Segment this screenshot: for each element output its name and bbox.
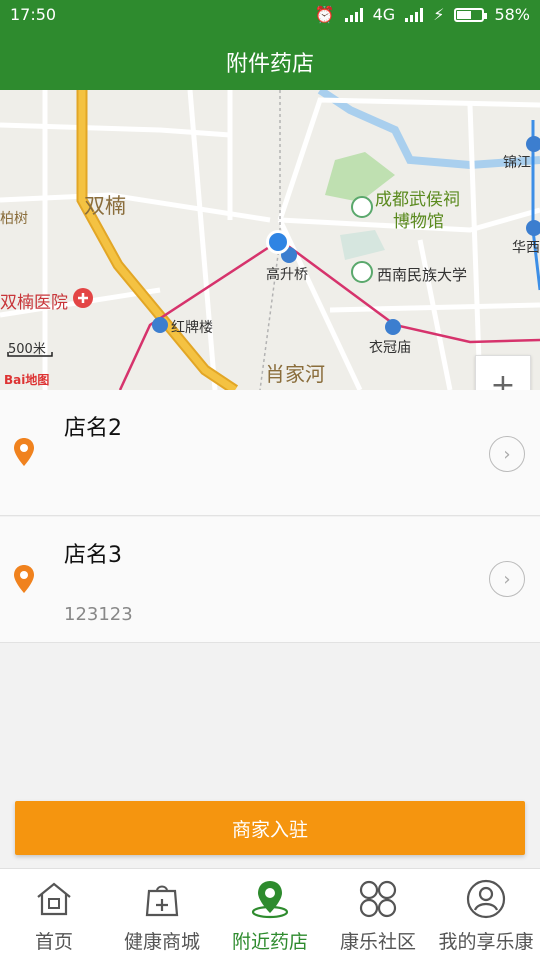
alarm-icon: ⏰	[314, 5, 335, 24]
station-yiguanmiao-icon[interactable]	[385, 319, 401, 335]
status-bar: 17:50 ⏰ 4G ⚡ 58%	[0, 0, 540, 30]
station-hongpailou-icon[interactable]	[152, 317, 168, 333]
current-location-icon	[269, 233, 287, 251]
store-address: 123123	[64, 604, 133, 625]
map-view[interactable]: 双楠 柏树 成都武侯祠 博物馆 锦江 华西 高升桥 西南民族大学 双楠医院 红牌…	[0, 90, 540, 390]
campus-area	[340, 230, 385, 260]
station-jinjiang-icon[interactable]	[526, 136, 540, 152]
store-name: 店名2	[64, 416, 122, 441]
tab-label: 健康商城	[123, 931, 200, 953]
community-icon	[359, 880, 397, 918]
station-huaxi-icon[interactable]	[526, 220, 540, 236]
map-label-gaoshengqiao: 高升桥	[266, 267, 308, 283]
chevron-right-icon[interactable]: ›	[489, 561, 525, 597]
page-title: 附件药店	[225, 52, 314, 77]
merchant-join-button[interactable]: 商家入驻	[15, 801, 525, 855]
store-list-item[interactable]: 店名2 ›	[0, 390, 540, 516]
map-label-xiaojiahe: 肖家河	[265, 362, 325, 386]
tab-community[interactable]: 康乐社区	[324, 869, 432, 960]
location-pin-icon	[14, 565, 34, 593]
map-label-shuangnan: 双楠	[84, 194, 126, 218]
university-poi-icon[interactable]	[351, 261, 373, 283]
signal-icon-2	[405, 7, 424, 22]
baidu-logo: Bai地图	[4, 373, 50, 387]
tab-label: 康乐社区	[339, 931, 416, 953]
user-icon	[466, 879, 506, 919]
map-label-baishu: 柏树	[0, 211, 28, 227]
store-list-item[interactable]: 店名3 123123 ›	[0, 517, 540, 643]
chevron-right-icon[interactable]: ›	[489, 436, 525, 472]
bottom-tab-bar: 首页 健康商城 附近药店 康乐社区 我的享乐康	[0, 868, 540, 960]
charging-icon: ⚡	[433, 5, 445, 24]
tab-label: 附近药店	[231, 931, 308, 953]
map-label-hongpailou: 红牌楼	[171, 320, 213, 336]
map-label-hospital: 双楠医院	[0, 293, 68, 313]
map-scale-label: 500米	[8, 342, 46, 357]
store-name: 店名3	[64, 543, 122, 568]
zoom-controls: + −	[475, 355, 531, 390]
status-time: 17:50	[10, 5, 57, 24]
map-label-jinjiang: 锦江	[503, 155, 531, 171]
shopping-bag-icon	[145, 885, 179, 917]
tab-label: 首页	[34, 931, 73, 953]
tab-home[interactable]: 首页	[0, 869, 108, 960]
zoom-in-button[interactable]: +	[476, 356, 530, 391]
tab-health-mall[interactable]: 健康商城	[108, 869, 216, 960]
map-label-xinan-minzu: 西南民族大学	[377, 266, 468, 284]
map-label-bowuguan: 博物馆	[393, 212, 444, 232]
tab-profile[interactable]: 我的享乐康	[432, 869, 540, 960]
tab-nearby-pharmacy[interactable]: 附近药店	[216, 869, 324, 960]
map-label-yiguanmiao: 衣冠庙	[369, 340, 411, 356]
battery-percent: 58%	[494, 5, 530, 24]
map-label-huaxi: 华西	[512, 240, 540, 256]
tab-label: 我的享乐康	[438, 931, 534, 953]
location-pin-icon	[251, 881, 289, 919]
signal-icon	[344, 7, 363, 22]
location-pin-icon	[14, 438, 34, 466]
network-type: 4G	[372, 5, 396, 24]
battery-icon	[454, 7, 488, 22]
museum-poi-icon[interactable]	[351, 196, 373, 218]
app-header: 附件药店	[0, 30, 540, 90]
home-icon	[37, 882, 71, 916]
map-canvas[interactable]	[0, 90, 540, 390]
